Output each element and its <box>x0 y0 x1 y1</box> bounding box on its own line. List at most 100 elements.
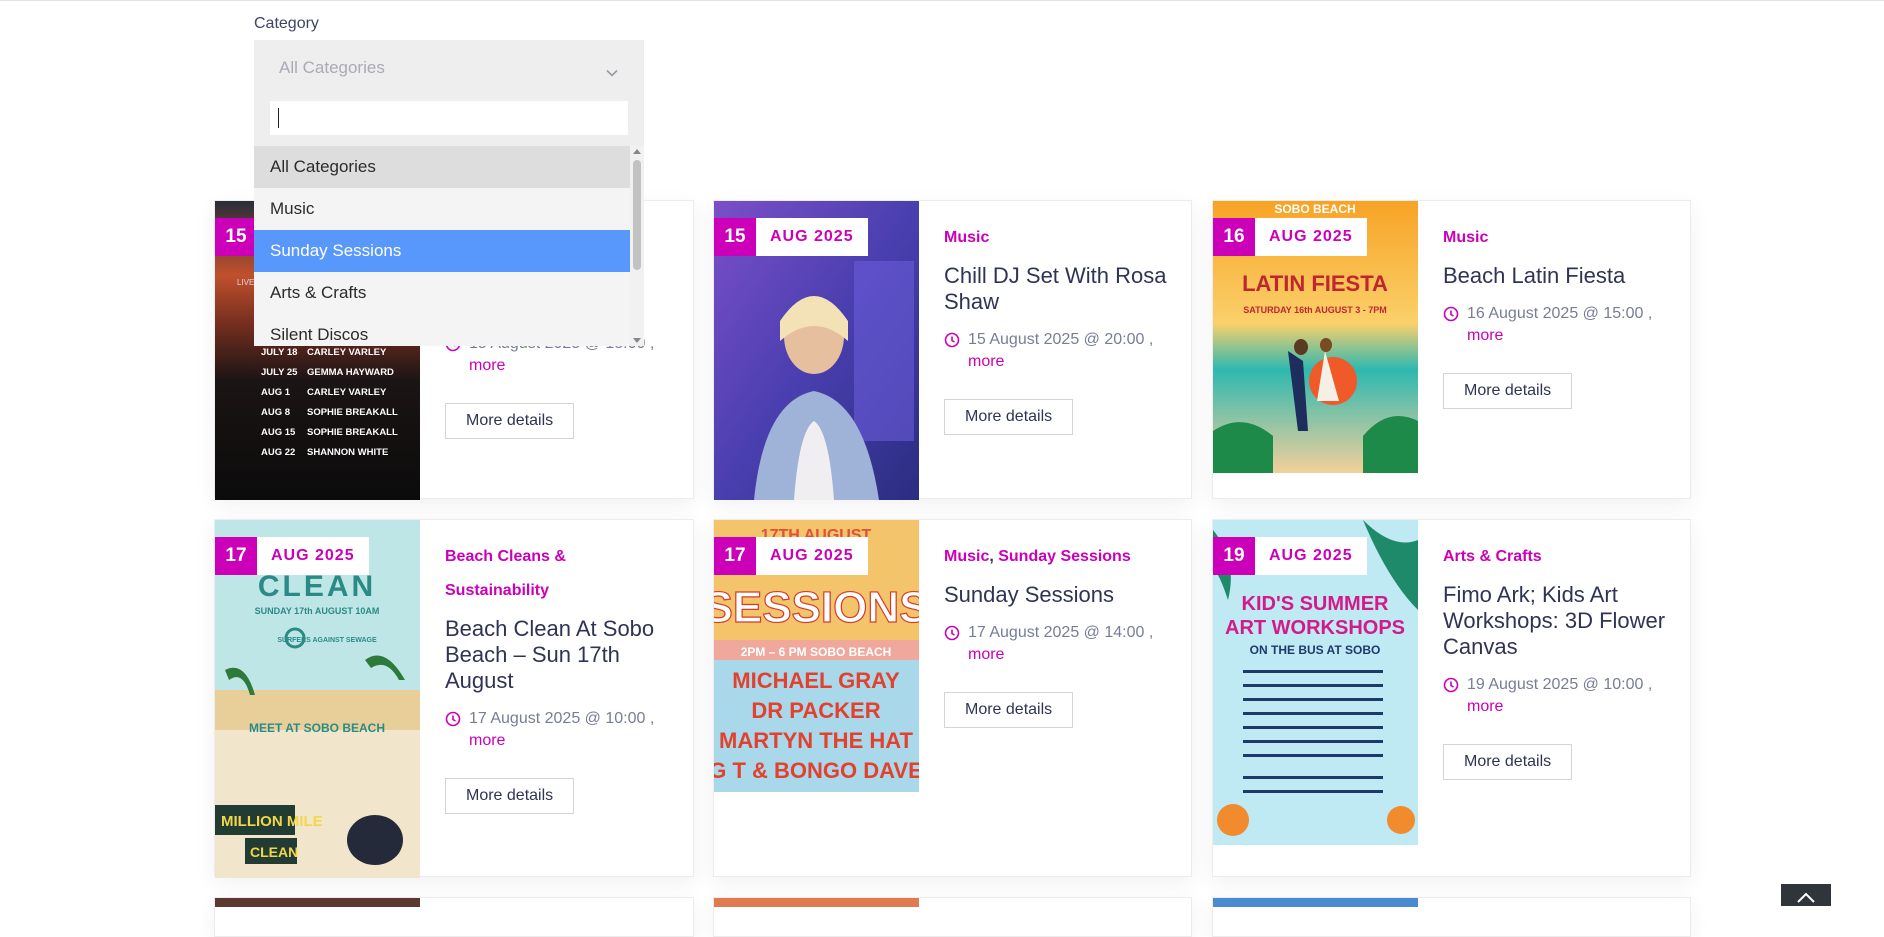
event-datetime: 19 August 2025 @ 10:00 , more <box>1443 674 1676 718</box>
more-link[interactable]: more <box>469 357 505 374</box>
more-details-button[interactable]: More details <box>445 778 575 814</box>
scroll-to-top-button[interactable] <box>1781 884 1831 906</box>
date-month-year: AUG 2025 <box>756 537 868 575</box>
poster-text: MICHAEL GRAY <box>732 668 900 693</box>
dropdown-option[interactable]: All Categories <box>254 146 630 188</box>
event-title[interactable]: Chill DJ Set With Rosa Shaw <box>944 263 1177 315</box>
more-details-button[interactable]: More details <box>944 692 1074 728</box>
poster-text: ON THE BUS AT SOBO <box>1250 643 1381 657</box>
date-badge: 15 <box>215 218 257 256</box>
event-datetime-text: 15 August 2025 @ 20:00 , <box>968 331 1154 348</box>
poster-tag: LIVE <box>237 278 254 287</box>
date-month-year: AUG 2025 <box>257 537 369 575</box>
poster-text: MARTYN THE HAT <box>719 728 913 753</box>
poster-text: CLEAN <box>250 844 298 860</box>
event-card <box>713 897 1192 937</box>
top-divider <box>0 0 1884 1</box>
scroll-down-arrow-icon[interactable] <box>633 338 641 343</box>
more-details-button[interactable]: More details <box>1443 744 1573 780</box>
dropdown-search-input[interactable] <box>270 101 628 135</box>
poster-line-date: AUG 15 <box>261 427 296 438</box>
scroll-up-arrow-icon[interactable] <box>633 149 641 154</box>
event-card <box>1212 897 1691 937</box>
more-link[interactable]: more <box>1467 698 1503 715</box>
category-link[interactable]: Music <box>1443 229 1488 246</box>
dropdown-options: All Categories Music Sunday Sessions Art… <box>254 146 630 346</box>
event-datetime: 16 August 2025 @ 15:00 , more <box>1443 303 1676 347</box>
event-info: Beach Cleans & Sustainability Beach Clea… <box>445 520 679 814</box>
scrollbar-thumb[interactable] <box>633 160 641 270</box>
dropdown-option[interactable]: Arts & Crafts <box>254 272 630 314</box>
category-select-value: All Categories <box>279 58 385 77</box>
more-details-button[interactable]: More details <box>944 399 1074 435</box>
event-title[interactable]: Beach Latin Fiesta <box>1443 263 1676 289</box>
category-link[interactable]: Music <box>944 229 989 246</box>
date-day: 15 <box>215 218 257 256</box>
date-badge: 19 AUG 2025 <box>1213 537 1367 575</box>
dropdown-option[interactable]: Music <box>254 188 630 230</box>
poster-text: MILLION MILE <box>221 813 323 830</box>
clock-icon <box>445 711 461 734</box>
event-datetime-text: 16 August 2025 @ 15:00 , <box>1467 305 1653 322</box>
clock-icon <box>944 332 960 355</box>
date-day: 19 <box>1213 537 1255 575</box>
event-categories: Music <box>1443 221 1676 255</box>
poster-text: SESSIONS <box>714 583 919 632</box>
event-categories: Arts & Crafts <box>1443 540 1676 574</box>
poster-text: ART WORKSHOPS <box>1225 617 1405 639</box>
date-badge: 16 AUG 2025 <box>1213 218 1367 256</box>
event-title[interactable]: Fimo Ark; Kids Art Workshops: 3D Flower … <box>1443 582 1676 660</box>
event-card: CLEAN SUNDAY 17th AUGUST 10AM SURFERS AG… <box>214 519 694 878</box>
poster-line-date: AUG 22 <box>261 447 295 458</box>
poster-text: SOBO BEACH <box>1274 202 1355 216</box>
chevron-down-icon <box>606 62 618 82</box>
category-link[interactable]: Beach Cleans & Sustainability <box>445 548 566 599</box>
date-day: 17 <box>714 537 756 575</box>
event-datetime: 15 August 2025 @ 20:00 , more <box>944 329 1177 373</box>
event-title[interactable]: Beach Clean At Sobo Beach – Sun 17th Aug… <box>445 616 679 694</box>
poster-text: LATIN FIESTA <box>1242 271 1388 296</box>
poster-line-date: AUG 1 <box>261 387 291 398</box>
more-details-button[interactable]: More details <box>445 403 575 439</box>
poster-line-date: JULY 25 <box>261 367 298 378</box>
poster-line-name: GEMMA HAYWARD <box>307 367 394 378</box>
more-link[interactable]: more <box>469 732 505 749</box>
event-info: MusicSunday Sessions Sunday Sessions 17 … <box>944 520 1177 728</box>
poster-line-name: CARLEY VARLEY <box>307 347 387 358</box>
more-details-button[interactable]: More details <box>1443 373 1573 409</box>
event-card <box>214 897 694 937</box>
category-link[interactable]: Sunday Sessions <box>989 548 1130 565</box>
clock-icon <box>1443 306 1459 329</box>
event-info: Music Beach Latin Fiesta 16 August 2025 … <box>1443 201 1676 409</box>
more-link[interactable]: more <box>1467 327 1503 344</box>
poster-line-name: SOPHIE BREAKALL <box>307 427 398 438</box>
poster-text: KID'S SUMMER <box>1242 593 1390 615</box>
date-badge: 17 AUG 2025 <box>215 537 369 575</box>
event-categories: Music <box>944 221 1177 255</box>
date-month-year: AUG 2025 <box>1255 537 1367 575</box>
category-select[interactable]: All Categories <box>254 40 644 96</box>
category-dropdown: All Categories Music Sunday Sessions Art… <box>254 96 644 346</box>
date-badge: 17 AUG 2025 <box>714 537 868 575</box>
date-month-year: AUG 2025 <box>756 218 868 256</box>
event-categories: MusicSunday Sessions <box>944 540 1177 574</box>
dropdown-option[interactable]: Sunday Sessions <box>254 230 630 272</box>
poster-text: SUNDAY 17th AUGUST 10AM <box>255 606 380 616</box>
event-title[interactable]: Sunday Sessions <box>944 582 1177 608</box>
category-filter-label: Category <box>254 15 319 32</box>
dropdown-scrollbar[interactable] <box>630 146 644 346</box>
text-cursor <box>278 108 279 128</box>
category-link[interactable]: Arts & Crafts <box>1443 548 1542 565</box>
poster-line-name: SHANNON WHITE <box>307 447 388 458</box>
event-datetime: 17 August 2025 @ 10:00 , more <box>445 708 679 752</box>
dropdown-option[interactable]: Silent Discos <box>254 314 630 346</box>
clock-icon <box>944 625 960 648</box>
event-categories: Beach Cleans & Sustainability <box>445 540 595 608</box>
date-day: 15 <box>714 218 756 256</box>
more-link[interactable]: more <box>968 353 1004 370</box>
date-day: 17 <box>215 537 257 575</box>
category-link[interactable]: Music <box>944 548 989 565</box>
event-datetime-text: 19 August 2025 @ 10:00 , <box>1467 676 1653 693</box>
poster-text: SATURDAY 16th AUGUST 3 - 7PM <box>1243 305 1387 315</box>
more-link[interactable]: more <box>968 646 1004 663</box>
